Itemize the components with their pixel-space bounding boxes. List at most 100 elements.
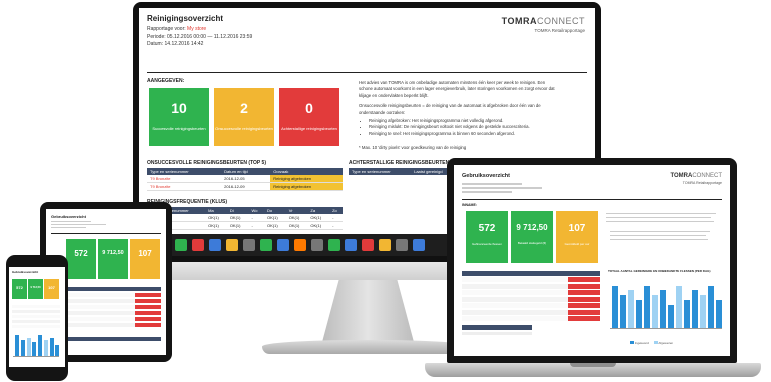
phone-screen: Gebruiksoverzicht 572 9 712,50 107 (9, 267, 65, 367)
taskbar-app-icon[interactable] (260, 239, 272, 251)
tablet-meta-line (51, 227, 86, 228)
chart-bar (38, 335, 43, 356)
table-row: T9 BronziteOK(1)OK(1)-OK(1)OK(1)OK(1)- (147, 214, 343, 222)
laptop-report-title: Gebruiksoverzicht (462, 173, 510, 179)
table-cell-highlight (568, 296, 600, 302)
chart-bar (26, 337, 31, 356)
table-row (12, 320, 60, 323)
table-row (462, 309, 600, 315)
laptop-text-line (606, 221, 714, 223)
tablet-meta-line (51, 221, 91, 222)
laptop-table (462, 277, 600, 323)
table-row (12, 325, 60, 328)
tablet-divider (51, 233, 161, 234)
tablet-kpi-per-uur: 107 (130, 239, 160, 279)
laptop-screen: Gebruiksoverzicht TOMRACONNECT TOMRA Ret… (454, 165, 730, 356)
table-row (12, 310, 60, 313)
table-cell-highlight (135, 311, 161, 315)
laptop-notch (570, 363, 616, 367)
taskbar-app-icon[interactable] (413, 239, 425, 251)
phone-report-title: Gebruiksoverzicht (12, 270, 39, 274)
chart-bar (49, 337, 54, 356)
tablet-kpi-flessen: 572 (66, 239, 96, 279)
advice-text: Het advies van TOMRA is om onbeladige au… (359, 80, 559, 152)
table-row: T9 Bronzite 2016-12-09 Reiniging afgebroke… (147, 182, 343, 191)
table-cell-highlight (568, 277, 600, 282)
taskbar-app-icon[interactable] (226, 239, 238, 251)
chart-bar (684, 299, 690, 328)
chart-bar (636, 299, 642, 328)
laptop-brand-sub: TOMRA Retailrapportage (682, 181, 722, 185)
table-unsuccessful-title: ONSUCCESVOLLE REINIGINGSBEURTEN (TOP 5) (147, 160, 266, 166)
laptop-divider (462, 199, 722, 200)
laptop-table2-row (462, 332, 532, 335)
chart-bar (612, 285, 618, 328)
phone-table (12, 305, 60, 330)
overdue-table: Type en serienummer Laatst gereinigd (349, 168, 459, 175)
taskbar-app-icon[interactable] (209, 239, 221, 251)
laptop-chart-legend: Ingeleverd Afgewezen (630, 341, 673, 345)
chart-bar (43, 339, 48, 356)
taskbar-app-icon[interactable] (362, 239, 374, 251)
laptop-meta-line (462, 183, 522, 185)
section-label: AANGEGEVEN: (147, 78, 185, 84)
laptop-text-line (606, 217, 711, 219)
taskbar-app-icon[interactable] (175, 239, 187, 251)
table-cell-highlight (568, 283, 600, 289)
laptop-kpi-per-uur: 107 Gemiddeld per uur (556, 211, 598, 263)
table-cell-highlight (568, 316, 600, 321)
table-row (462, 303, 600, 308)
chart-bar (20, 339, 25, 356)
chart-bar (700, 295, 706, 328)
report-title: Reinigingsoverzicht (147, 14, 224, 23)
monitor-stand-neck (322, 280, 414, 342)
table-cell-highlight (135, 305, 161, 309)
laptop-text-line (610, 235, 706, 237)
laptop-text-line (610, 239, 708, 241)
phone-kpi-flessen: 572 (12, 279, 27, 299)
table-cell-highlight (568, 303, 600, 308)
laptop-kpi-flessen: 572 Gefinanceerde flessen (466, 211, 508, 263)
phone-kpi-per-uur: 107 (44, 279, 59, 299)
table-row (462, 290, 600, 295)
chart-bar (668, 304, 674, 328)
store-link[interactable]: My store (187, 26, 206, 32)
table-row (12, 315, 60, 318)
chart-bar (652, 295, 658, 328)
chart-bar (692, 290, 698, 328)
taskbar-app-icon[interactable] (243, 239, 255, 251)
taskbar-app-icon[interactable] (192, 239, 204, 251)
kpi-achterstallig: 0 Achterstallige reinigingsbeurten (279, 88, 339, 146)
chart-bar (644, 285, 650, 328)
taskbar-app-icon[interactable] (345, 239, 357, 251)
laptop: Gebruiksoverzicht TOMRACONNECT TOMRA Ret… (447, 158, 737, 363)
header-divider (147, 72, 587, 73)
phone-bar-chart (13, 333, 60, 357)
laptop-kpi-statiegeld: 9 712,50 Betaald statiegeld (€) (511, 211, 553, 263)
taskbar-app-icon[interactable] (328, 239, 340, 251)
unsuccessful-table: Type en serienummer Datum en tijd Oorzaak … (147, 168, 343, 191)
taskbar-app-icon[interactable] (277, 239, 289, 251)
taskbar-app-icon[interactable] (379, 239, 391, 251)
tablet-kpi-statiegeld: 9 712,50 (98, 239, 128, 279)
chart-bar (620, 295, 626, 328)
tablet-report-title: Gebruiksoverzicht (51, 214, 86, 219)
table-cell-highlight (568, 290, 600, 295)
table-row: T9 BronziteOK(1)OK(1)-OK(1)OK(1)OK(1)- (147, 221, 343, 230)
table-row (462, 296, 600, 302)
laptop-meta-line (462, 187, 542, 189)
chart-bar (15, 335, 20, 356)
taskbar-app-icon[interactable] (396, 239, 408, 251)
report-period: Periode: 05.12.2016 00:00 — 11.12.2016 2… (147, 33, 253, 40)
table-row (462, 277, 600, 282)
taskbar-app-icon[interactable] (294, 239, 306, 251)
report-meta: Rapportage voor: My store Periode: 05.12… (147, 26, 252, 49)
table-cell-highlight (568, 309, 600, 315)
chart-bar (55, 344, 60, 356)
brand-subtitle: TOMRA Retailrapportage (534, 28, 585, 33)
table-row (12, 305, 60, 308)
table-cell-highlight (135, 299, 161, 303)
chart-bar (716, 299, 722, 328)
table-row (462, 283, 600, 289)
taskbar-app-icon[interactable] (311, 239, 323, 251)
